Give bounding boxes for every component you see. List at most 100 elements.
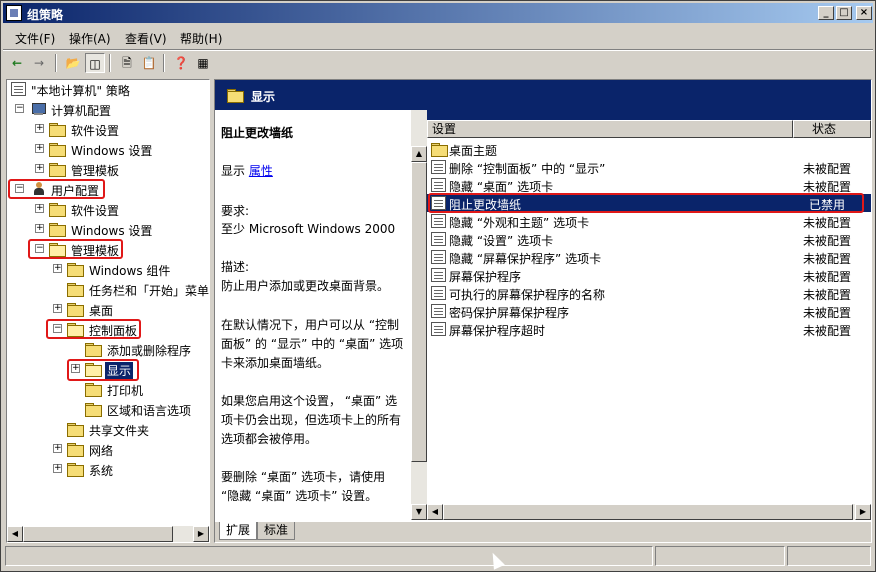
folder-icon (67, 463, 84, 477)
description-text: 要删除 “桌面” 选项卡，请使用 “隐藏 “桌面” 选项卡” 设置。 (221, 470, 386, 503)
description-text: 防止用户添加或更改桌面背景。 (221, 279, 390, 293)
scroll-thumb[interactable] (23, 526, 173, 542)
tab-standard[interactable]: 标准 (257, 522, 296, 540)
tree-item[interactable]: + 系统 (49, 460, 207, 478)
policy-icon (11, 82, 26, 96)
expand-icon[interactable]: + (35, 224, 44, 233)
forward-arrow-icon[interactable]: → (29, 53, 49, 73)
list-header: 设置 状态 (427, 120, 871, 138)
scroll-up-icon[interactable]: ▲ (411, 146, 427, 162)
folder-icon (67, 443, 84, 457)
close-button[interactable]: × (856, 6, 872, 20)
folder-icon (49, 163, 66, 177)
policy-setting-icon (431, 160, 446, 174)
console-tree: "本地计算机" 策略 − 计算机配置 + 软件设置 + Windows 设置 +… (6, 79, 210, 543)
back-arrow-icon[interactable]: ← (7, 53, 27, 73)
expand-icon[interactable]: + (35, 144, 44, 153)
maximize-button[interactable]: □ (836, 6, 852, 20)
menu-file[interactable]: 文件(F) (15, 30, 55, 47)
folder-icon (49, 203, 66, 217)
list-item[interactable]: 删除 “控制面板” 中的 “显示” 未被配置 (427, 158, 871, 176)
tree-item[interactable]: + Windows 设置 (31, 220, 207, 238)
expand-icon[interactable]: + (35, 204, 44, 213)
scroll-thumb[interactable] (411, 162, 427, 462)
tree-item[interactable]: + Windows 设置 (31, 140, 207, 158)
description-text: 在默认情况下，用户可以从 “控制面板” 的 “显示” 中的 “桌面” 选项卡来添… (221, 318, 404, 370)
list-item[interactable]: 隐藏 “屏幕保护程序” 选项卡 未被配置 (427, 248, 871, 266)
description-label: 描述: (221, 260, 250, 274)
group-policy-app-icon (6, 5, 22, 21)
expand-icon[interactable]: + (35, 164, 44, 173)
scroll-right-icon[interactable]: ▶ (855, 504, 871, 520)
help-icon[interactable]: ❓ (171, 53, 191, 73)
folder-icon (431, 143, 448, 157)
expand-icon[interactable]: + (53, 444, 62, 453)
tree-item[interactable]: 任务栏和「开始」菜单 (49, 280, 209, 298)
details-area: 显示 阻止更改墙纸 显示 属性 要求: 至少 Microsoft Windows… (214, 79, 872, 543)
tree-item[interactable]: 添加或删除程序 (67, 340, 207, 358)
column-header-state[interactable]: 状态 (793, 120, 871, 138)
toolbar-separator (109, 54, 111, 72)
scroll-right-icon[interactable]: ▶ (193, 526, 209, 542)
tree-item[interactable]: + 管理模板 (31, 160, 207, 178)
menu-view[interactable]: 查看(V) (125, 30, 167, 47)
tab-extended[interactable]: 扩展 (219, 522, 258, 540)
list-item[interactable]: 可执行的屏幕保护程序的名称 未被配置 (427, 284, 871, 302)
show-tree-icon[interactable]: ◫ (85, 53, 105, 73)
folder-icon (49, 223, 66, 237)
menu-help[interactable]: 帮助(H) (180, 30, 222, 47)
tree-item[interactable]: + 桌面 (49, 300, 207, 318)
column-header-setting[interactable]: 设置 (427, 120, 793, 138)
list-item[interactable]: 屏幕保护程序超时 未被配置 (427, 320, 871, 338)
list-item[interactable]: 密码保护屏幕保护程序 未被配置 (427, 302, 871, 320)
tree-item[interactable]: + 网络 (49, 440, 207, 458)
tree-item[interactable]: + Windows 组件 (49, 260, 207, 278)
minimize-button[interactable]: _ (818, 6, 834, 20)
properties-link[interactable]: 属性 (249, 164, 273, 178)
tree-root[interactable]: "本地计算机" 策略 (11, 80, 207, 98)
highlight-box (67, 359, 139, 381)
expand-icon[interactable]: + (35, 124, 44, 133)
policy-setting-icon (431, 250, 446, 264)
list-item[interactable]: 桌面主题 (427, 140, 871, 158)
extended-view-header: 显示 (215, 80, 871, 120)
tree-item[interactable]: 共享文件夹 (49, 420, 207, 438)
setting-title: 阻止更改墙纸 (221, 126, 294, 140)
policy-setting-icon (431, 214, 446, 228)
policy-setting-icon (431, 304, 446, 318)
expand-icon[interactable]: + (53, 304, 62, 313)
tree-computer-config[interactable]: − 计算机配置 (11, 100, 207, 118)
collapse-icon[interactable]: − (15, 104, 24, 113)
tree-item[interactable]: + 软件设置 (31, 120, 207, 138)
list-item[interactable]: 隐藏 “桌面” 选项卡 未被配置 (427, 176, 871, 194)
export-list-icon[interactable]: 📋 (139, 53, 159, 73)
properties-icon[interactable]: 🗎 (117, 53, 137, 73)
highlight-box (46, 319, 141, 339)
folder-icon (227, 89, 244, 103)
folder-icon (85, 383, 102, 397)
folder-icon (49, 143, 66, 157)
list-horizontal-scrollbar[interactable]: ◀ ▶ (427, 504, 871, 520)
scroll-down-icon[interactable]: ▼ (411, 504, 427, 520)
status-bar (3, 546, 873, 568)
scroll-left-icon[interactable]: ◀ (7, 526, 23, 542)
description-vertical-scrollbar[interactable]: ▲ ▼ (411, 110, 427, 520)
tree-horizontal-scrollbar[interactable]: ◀ ▶ (7, 526, 209, 542)
scroll-thumb[interactable] (443, 504, 853, 520)
tree-item[interactable]: 打印机 (67, 380, 207, 398)
tree-item[interactable]: + 软件设置 (31, 200, 207, 218)
list-item[interactable]: 屏幕保护程序 未被配置 (427, 266, 871, 284)
scroll-left-icon[interactable]: ◀ (427, 504, 443, 520)
list-item[interactable]: 隐藏 “设置” 选项卡 未被配置 (427, 230, 871, 248)
list-item[interactable]: 隐藏 “外观和主题” 选项卡 未被配置 (427, 212, 871, 230)
menu-action[interactable]: 操作(A) (69, 30, 111, 47)
status-cell (5, 546, 653, 566)
folder-icon (67, 303, 84, 317)
expand-icon[interactable]: + (53, 464, 62, 473)
expand-icon[interactable]: + (53, 264, 62, 273)
up-folder-icon[interactable]: 📂 (63, 53, 83, 73)
folder-icon (67, 263, 84, 277)
policy-setting-icon (431, 286, 446, 300)
tree-item[interactable]: 区域和语言选项 (67, 400, 207, 418)
console-tree-icon[interactable]: ▦ (193, 53, 213, 73)
